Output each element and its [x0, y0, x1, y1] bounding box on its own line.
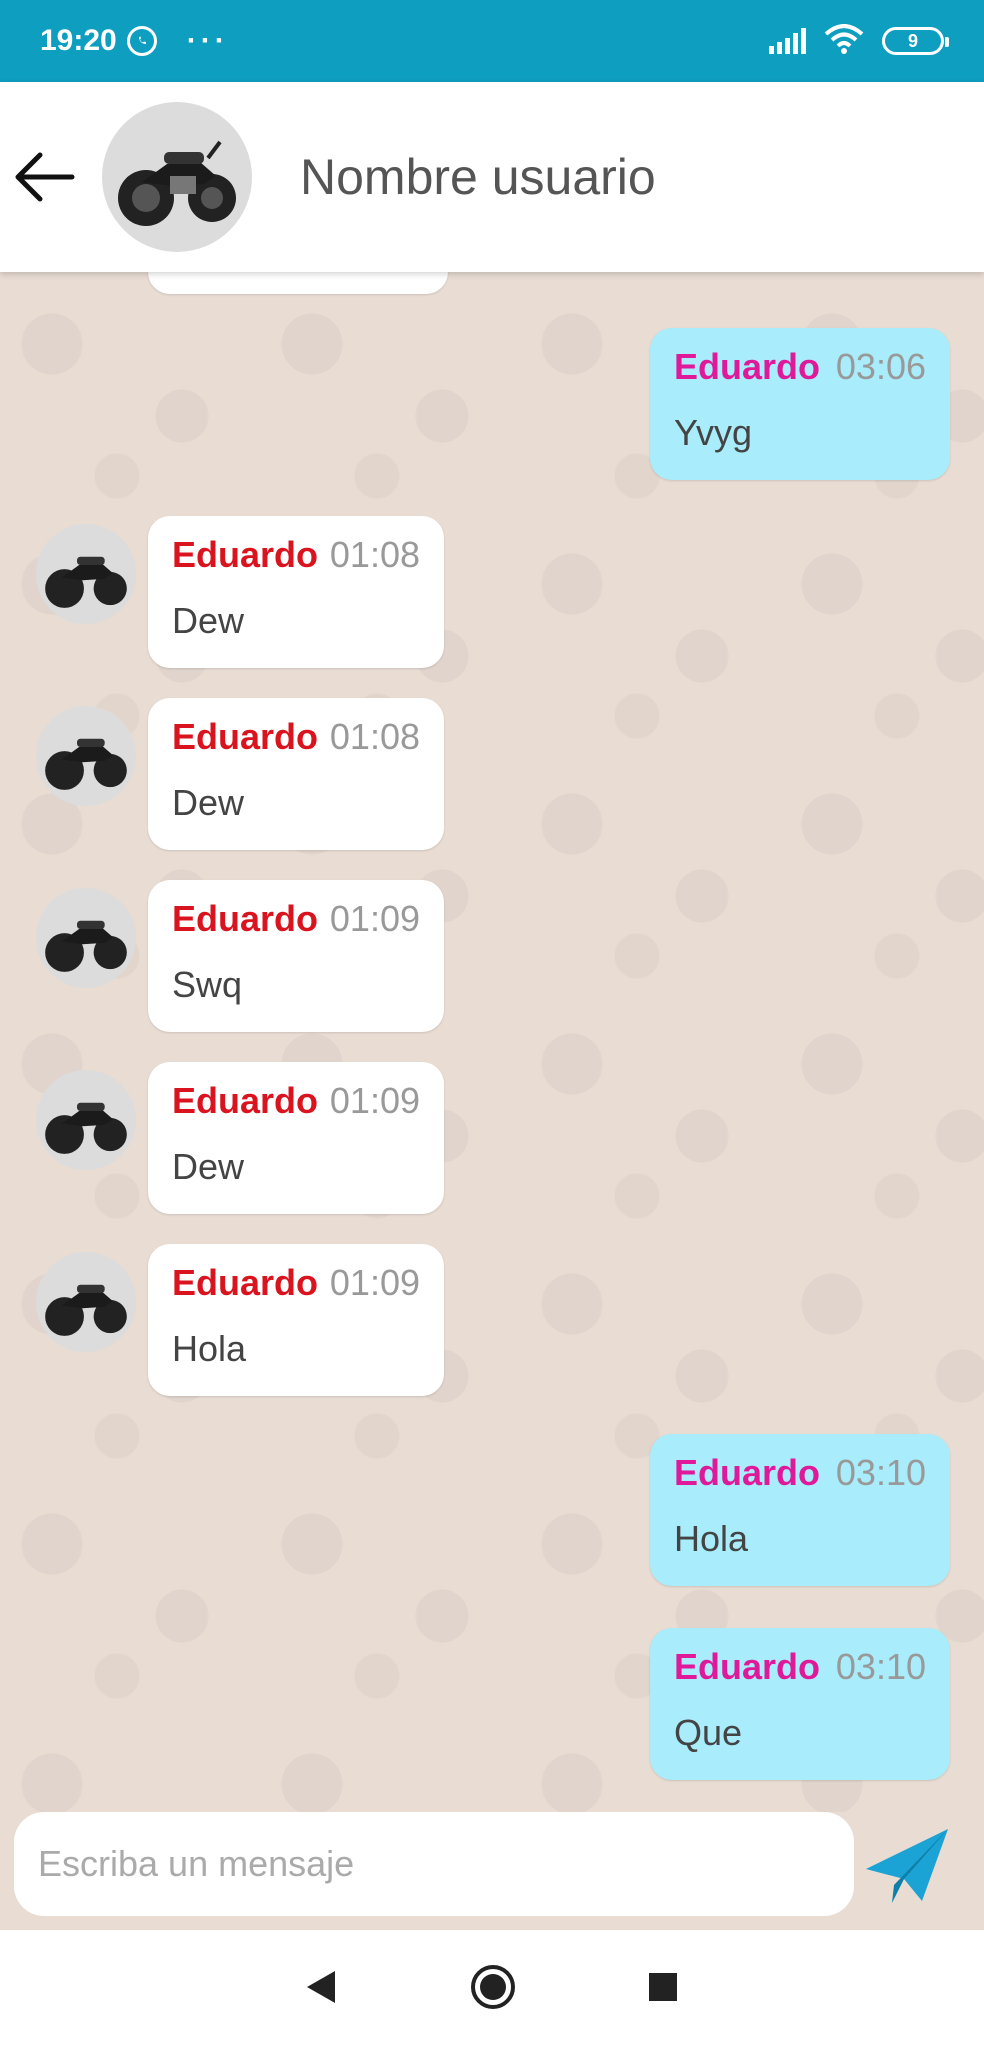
message-text: Dew: [172, 600, 245, 641]
signal-icon: [769, 28, 806, 54]
contact-avatar[interactable]: [102, 102, 252, 252]
motorcycle-icon: [45, 738, 127, 790]
message-time: 01:09: [329, 1080, 420, 1121]
sender-avatar[interactable]: [36, 1070, 136, 1170]
message-bubble: Eduardo 01:09 Hola: [148, 1244, 444, 1396]
message-outgoing[interactable]: Eduardo 03:10 Que: [650, 1628, 950, 1780]
message-sender: Eduardo: [674, 1646, 821, 1687]
chat-header: Nombre usuario: [0, 82, 984, 272]
paper-plane-icon: [866, 1829, 948, 1903]
message-text: Hola: [172, 1328, 247, 1369]
message-bubble: Eduardo 01:09 Swq: [148, 880, 444, 1032]
status-bar: 19:20 ··· 9: [0, 0, 984, 82]
chat-title: Nombre usuario: [300, 149, 656, 205]
sender-avatar[interactable]: [36, 1252, 136, 1352]
nav-back-button[interactable]: [305, 1969, 339, 2010]
message-bubble: Eduardo 01:08 Dew: [148, 698, 444, 850]
message-text: Hola: [674, 1518, 749, 1559]
motorcycle-icon: [45, 1102, 127, 1154]
message-incoming[interactable]: Eduardo 01:09 Hola: [148, 1244, 444, 1396]
chat-area[interactable]: Eduardo 03:06 Yvyg Eduardo 01:08 Dew Edu…: [0, 272, 984, 1812]
message-incoming[interactable]: Eduardo 01:09 Dew: [148, 1062, 444, 1214]
message-time: 01:09: [329, 1262, 420, 1303]
message-input[interactable]: [14, 1812, 854, 1916]
message-text: Dew: [172, 782, 245, 823]
message-bubble: Eduardo 03:06 Yvyg: [650, 328, 950, 480]
message-bubble: Eduardo 03:10 Que: [650, 1628, 950, 1780]
message-time: 03:10: [835, 1452, 926, 1493]
message-time: 01:09: [329, 898, 420, 939]
message-sender: Eduardo: [172, 898, 319, 939]
message-bubble: [148, 272, 448, 294]
motorcycle-icon: [45, 920, 127, 972]
message-outgoing[interactable]: Eduardo 03:10 Hola: [650, 1434, 950, 1586]
message-sender: Eduardo: [674, 346, 821, 387]
status-left: 19:20 ···: [40, 24, 229, 58]
message-bubble: Eduardo 03:10 Hola: [650, 1434, 950, 1586]
square-recents-icon: [649, 1972, 677, 2001]
message-time: 03:06: [835, 346, 926, 387]
sender-avatar[interactable]: [36, 888, 136, 988]
message-time: 01:08: [329, 716, 420, 757]
message-sender: Eduardo: [172, 716, 319, 757]
composer-bar: [0, 1812, 984, 1930]
status-more-icon: ···: [186, 24, 229, 57]
message-text: Dew: [172, 1146, 245, 1187]
message-incoming[interactable]: Eduardo 01:08 Dew: [148, 516, 444, 668]
message-text: Que: [674, 1712, 743, 1753]
system-nav-bar: [0, 1930, 984, 2048]
message-text: Swq: [172, 964, 243, 1005]
motorcycle-icon: [45, 1284, 127, 1336]
motorcycle-icon: [118, 140, 236, 226]
nav-recents-button[interactable]: [647, 1971, 679, 2008]
message-time: 01:08: [329, 534, 420, 575]
circle-home-icon: [471, 1964, 515, 2009]
message-incoming[interactable]: Eduardo 01:09 Swq: [148, 880, 444, 1032]
sender-avatar[interactable]: [36, 706, 136, 806]
message-time: 03:10: [835, 1646, 926, 1687]
triangle-back-icon: [307, 1970, 335, 2003]
whatsapp-icon: [126, 26, 157, 56]
battery-level: 9: [907, 30, 918, 51]
motorcycle-icon: [45, 556, 127, 608]
back-button[interactable]: [4, 137, 84, 217]
message-outgoing[interactable]: Eduardo 03:06 Yvyg: [650, 328, 950, 480]
message-partial: [148, 272, 448, 294]
battery-icon: 9: [882, 27, 949, 55]
status-time: 19:20: [40, 24, 117, 57]
send-button[interactable]: [862, 1820, 952, 1910]
message-sender: Eduardo: [172, 1262, 319, 1303]
message-sender: Eduardo: [172, 1080, 319, 1121]
sender-avatar[interactable]: [36, 524, 136, 624]
wifi-icon: [824, 23, 864, 59]
message-sender: Eduardo: [674, 1452, 821, 1493]
arrow-left-icon: [15, 152, 75, 202]
message-text: Yvyg: [674, 412, 753, 453]
nav-home-button[interactable]: [469, 1963, 517, 2016]
status-right: 9: [769, 23, 949, 59]
message-bubble: Eduardo 01:08 Dew: [148, 516, 444, 668]
message-bubble: Eduardo 01:09 Dew: [148, 1062, 444, 1214]
message-incoming[interactable]: Eduardo 01:08 Dew: [148, 698, 444, 850]
message-sender: Eduardo: [172, 534, 319, 575]
